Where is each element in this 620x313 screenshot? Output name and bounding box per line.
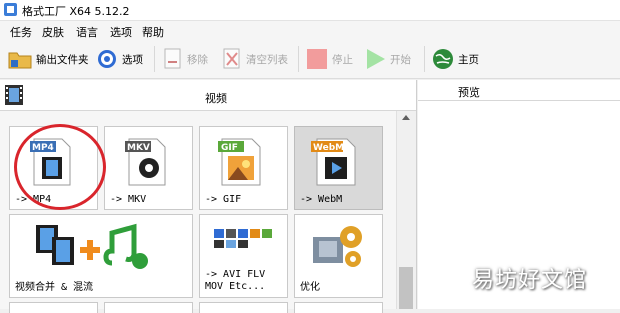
menu-item-skin[interactable]: 皮肤 [42,24,64,40]
menu-bar: 任务 皮肤 语言 选项 帮助 [0,21,620,40]
stop-icon [307,49,327,69]
app-icon [4,3,17,16]
home-label: 主页 [458,53,479,66]
tile-partial[interactable] [294,302,383,313]
tile-webm[interactable]: WebM -> WebM [294,126,383,210]
category-label: 视频 [205,92,227,105]
optimize-gear-icon [313,226,362,267]
toolbar-divider [154,46,155,72]
start-label: 开始 [390,53,411,66]
toolbar-divider [424,46,425,72]
film-strip-icon [5,85,23,105]
tile-gif[interactable]: GIF -> GIF [199,126,288,210]
options-label: 选项 [122,53,143,66]
remove-icon [164,48,181,69]
scrollbar-thumb[interactable] [399,267,413,309]
tile-avi-flv-mov[interactable]: -> AVI FLV MOV Etc... [199,214,288,298]
preview-label: 预览 [458,86,480,99]
preview-header: 预览 [418,80,620,101]
menu-item-options[interactable]: 选项 [110,24,132,40]
stop-label: 停止 [332,53,353,66]
category-header-video[interactable]: 视频 [0,80,416,111]
tile-label: 视频合并 & 混流 [15,282,94,293]
webm-file-icon: WebM [311,138,356,186]
play-icon [367,49,385,69]
tile-label: -> AVI FLV MOV Etc... [205,269,266,292]
folder-icon [8,52,32,69]
title-bar: 格式工厂 X64 5.12.2 [0,0,620,21]
output-folder-button[interactable]: 输出文件夹 [8,46,89,72]
remove-button[interactable]: 移除 [163,46,208,72]
gear-icon [98,50,116,68]
toolbar-divider [298,46,299,72]
output-folder-label: 输出文件夹 [36,53,89,66]
gif-badge-text: GIF [221,143,238,153]
menu-item-help[interactable]: 帮助 [142,24,164,40]
tile-label: -> GIF [205,194,242,205]
watermark-text: 易坊好文馆 [472,268,588,293]
multi-format-icons [214,229,272,248]
vertical-scrollbar[interactable] [396,111,416,309]
merge-video-audio-icon [36,223,148,269]
scroll-up-arrow-icon[interactable] [402,115,410,120]
window-title: 格式工厂 X64 5.12.2 [22,5,130,18]
highlight-circle [14,124,106,210]
toolbar: 输出文件夹 选项 移除 清空列表 停止 开始 主页 [0,40,620,79]
clear-list-icon [223,48,240,69]
clear-list-label: 清空列表 [246,53,288,66]
gif-file-icon: GIF [218,138,261,186]
tile-partial[interactable] [104,302,193,313]
start-button[interactable]: 开始 [364,46,411,72]
clear-list-button[interactable]: 清空列表 [222,46,288,72]
globe-icon [433,49,453,69]
tile-label: -> MKV [110,194,147,205]
tile-optimize[interactable]: 优化 [294,214,383,298]
tile-label: 优化 [300,282,320,293]
home-button[interactable]: 主页 [432,46,479,72]
menu-item-language[interactable]: 语言 [76,24,98,40]
tile-partial[interactable] [9,302,98,313]
webm-badge-text: WebM [313,143,344,153]
tile-mkv[interactable]: MKV -> MKV [104,126,193,210]
stop-button[interactable]: 停止 [306,46,353,72]
options-button[interactable]: 选项 [96,46,143,72]
tile-partial[interactable] [199,302,288,313]
mkv-badge-text: MKV [127,143,150,153]
tile-merge-mux[interactable]: 视频合并 & 混流 [9,214,193,298]
menu-item-tasks[interactable]: 任务 [10,24,32,40]
mkv-file-icon: MKV [125,138,166,186]
tile-label: -> WebM [300,194,343,205]
remove-label: 移除 [187,53,208,66]
